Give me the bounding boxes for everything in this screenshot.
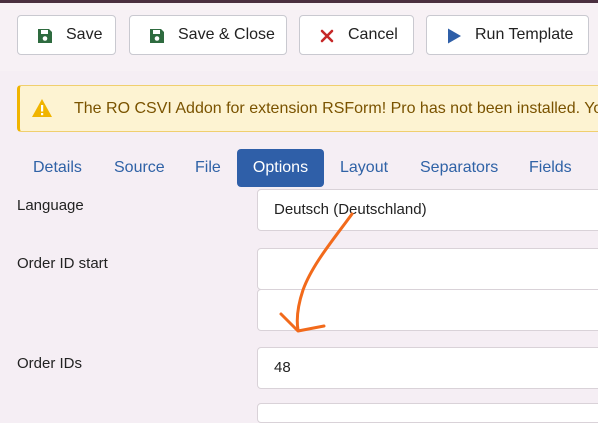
cancel-button[interactable]: Cancel — [299, 15, 414, 55]
language-select[interactable]: Deutsch (Deutschland) — [257, 189, 598, 231]
warning-triangle-icon — [32, 99, 52, 117]
run-template-label: Run Template — [475, 26, 574, 43]
alert-message: The RO CSVI Addon for extension RSForm! … — [74, 100, 598, 117]
warning-alert: The RO CSVI Addon for extension RSForm! … — [17, 85, 598, 132]
tab-layout[interactable]: Layout — [340, 149, 388, 187]
language-label: Language — [17, 197, 84, 214]
tab-source[interactable]: Source — [114, 149, 165, 187]
order-id-start-label: Order ID start — [17, 255, 108, 272]
toolbar: Save Save & Close Cancel Run Template — [0, 3, 598, 71]
tab-separators[interactable]: Separators — [420, 149, 498, 187]
order-id-end-input[interactable] — [257, 289, 598, 331]
tab-details[interactable]: Details — [33, 149, 82, 187]
tab-bar: Details Source File Options Layout Separ… — [17, 149, 598, 187]
save-button[interactable]: Save — [17, 15, 116, 55]
tab-fields[interactable]: Fields — [529, 149, 572, 187]
next-field[interactable] — [257, 403, 598, 423]
save-label: Save — [66, 26, 103, 43]
floppy-disk-icon — [150, 29, 164, 43]
order-ids-input[interactable]: 48 — [257, 347, 598, 389]
cancel-label: Cancel — [348, 26, 398, 43]
order-id-start-input[interactable] — [257, 248, 598, 290]
tab-file[interactable]: File — [195, 149, 221, 187]
save-and-close-label: Save & Close — [178, 26, 275, 43]
play-icon — [448, 28, 461, 44]
order-ids-label: Order IDs — [17, 355, 83, 372]
run-template-button[interactable]: Run Template — [426, 15, 589, 55]
floppy-disk-icon — [38, 29, 52, 43]
x-icon — [320, 29, 334, 43]
tab-options[interactable]: Options — [237, 149, 324, 187]
save-and-close-button[interactable]: Save & Close — [129, 15, 287, 55]
